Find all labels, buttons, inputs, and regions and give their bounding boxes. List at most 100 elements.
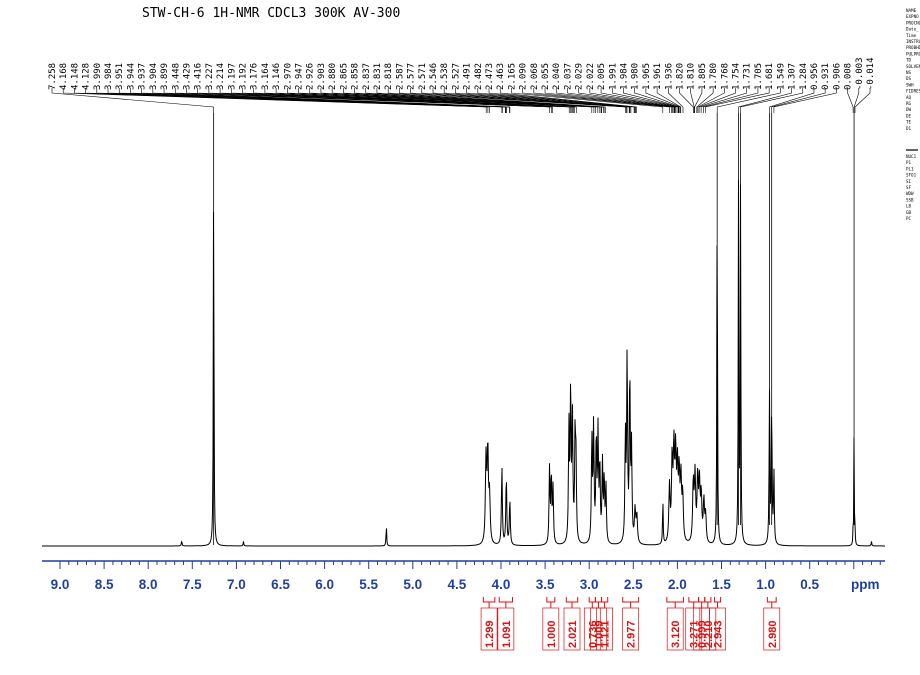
param-label: INSTRUM bbox=[906, 39, 920, 44]
peak-label: 2.880 bbox=[328, 63, 338, 90]
param-label: NS bbox=[906, 70, 912, 75]
param-label: DS bbox=[906, 76, 912, 81]
peak-label: 2.858 bbox=[351, 63, 361, 90]
peak-label: 2.527 bbox=[451, 63, 461, 90]
peak-label: 0.906 bbox=[832, 63, 842, 90]
param-label: PL1 bbox=[906, 166, 914, 171]
peak-label: 1.768 bbox=[720, 63, 730, 90]
integral-bracket bbox=[666, 597, 685, 603]
param-label: D1 bbox=[906, 126, 912, 131]
param-label: SSB bbox=[906, 197, 914, 202]
peak-label: 1.980 bbox=[631, 63, 641, 90]
integral-bracket bbox=[565, 597, 579, 603]
param-label: SWH bbox=[906, 82, 914, 87]
peak-label: 1.780 bbox=[709, 63, 719, 90]
integral-value: 1.091 bbox=[501, 620, 513, 648]
peak-label: 3.146 bbox=[272, 63, 282, 90]
peak-label: 2.903 bbox=[317, 63, 327, 90]
x-axis-tick-label: 2.5 bbox=[624, 577, 643, 592]
peak-label: 3.164 bbox=[261, 63, 271, 90]
param-label: Date_ bbox=[906, 27, 919, 32]
peak-label: 2.577 bbox=[407, 63, 417, 90]
integral-value: 3.120 bbox=[670, 620, 682, 648]
param-label: Time bbox=[906, 33, 917, 38]
integral-bracket bbox=[546, 597, 556, 603]
peak-label: 2.068 bbox=[530, 63, 540, 90]
peak-label: 2.090 bbox=[519, 63, 529, 90]
peak-label: 2.482 bbox=[474, 63, 484, 90]
peak-label: 1.810 bbox=[687, 63, 697, 90]
peak-label: 2.463 bbox=[496, 63, 506, 90]
peak-label: 2.546 bbox=[429, 63, 439, 90]
param-label: SI bbox=[906, 179, 912, 184]
integral-bracket bbox=[594, 597, 603, 603]
peak-label: 3.951 bbox=[115, 63, 125, 90]
peak-label: 2.970 bbox=[283, 63, 293, 90]
param-label: NUC1 bbox=[906, 154, 917, 159]
peak-label: 3.214 bbox=[216, 63, 226, 90]
peak-label: 3.904 bbox=[149, 63, 159, 90]
integral-value: 1.299 bbox=[484, 620, 496, 648]
param-label: FIDRES bbox=[906, 89, 920, 94]
peak-label: 2.538 bbox=[440, 63, 450, 90]
peak-label: 3.984 bbox=[104, 63, 114, 90]
integral-value: 2.021 bbox=[567, 620, 579, 648]
peak-leader-line bbox=[716, 88, 781, 113]
integral-value: 1.000 bbox=[546, 620, 558, 648]
param-label: PC bbox=[906, 216, 912, 221]
x-axis-tick-label: 8.5 bbox=[95, 577, 114, 592]
peak-label-group: 7.258 4.168 4.148 4.128 3.990 3.984 3.951 3.944… bbox=[48, 57, 876, 90]
peak-label: 0.956 bbox=[810, 63, 820, 90]
peak-label: 0.008 bbox=[844, 63, 854, 90]
x-axis-tick-label: 8.0 bbox=[139, 577, 158, 592]
peak-label: -0.014 bbox=[866, 57, 876, 90]
peak-label: 3.944 bbox=[126, 63, 136, 90]
peak-label: 3.416 bbox=[194, 63, 204, 90]
peak-label: 1.705 bbox=[754, 63, 764, 90]
x-axis-tick-label: 7.5 bbox=[183, 577, 202, 592]
peak-label: -0.003 bbox=[855, 57, 865, 90]
x-axis-tick-label: 9.0 bbox=[51, 577, 70, 592]
x-axis-tick-label: 3.5 bbox=[536, 577, 555, 592]
x-axis-tick-label: 7.0 bbox=[227, 577, 246, 592]
peak-label: 1.936 bbox=[664, 63, 674, 90]
param-label: WDW bbox=[906, 191, 914, 196]
peak-label: 2.037 bbox=[563, 63, 573, 90]
integral-bracket bbox=[622, 597, 640, 603]
peak-label: 3.937 bbox=[138, 63, 148, 90]
x-axis-tick-label: 1.0 bbox=[756, 577, 775, 592]
peak-label: 2.005 bbox=[597, 63, 607, 90]
param-label: LB bbox=[906, 204, 912, 209]
spectrum-trace bbox=[42, 179, 885, 547]
param-label: GB bbox=[906, 210, 912, 215]
peak-label: 1.731 bbox=[743, 63, 753, 90]
peak-leader-line bbox=[705, 88, 770, 113]
param-label: DW bbox=[906, 107, 912, 112]
integral-bracket bbox=[766, 597, 777, 603]
nmr-spectrum-chart: STW-CH-6 1H-NMR CDCL3 300K AV-300 7.258 4… bbox=[42, 6, 920, 651]
peak-label: 2.587 bbox=[395, 63, 405, 90]
peak-label: 4.148 bbox=[70, 63, 80, 90]
peak-leader-line bbox=[690, 88, 695, 113]
peak-label: 3.448 bbox=[171, 63, 181, 90]
peak-label: 2.571 bbox=[418, 63, 428, 90]
param-label: PROCNO bbox=[906, 20, 920, 25]
param-label: SFO1 bbox=[906, 173, 917, 178]
peak-label: 4.168 bbox=[59, 63, 69, 90]
integral-bracket bbox=[698, 597, 706, 603]
integral-bracket bbox=[704, 597, 712, 603]
peak-label: 3.197 bbox=[227, 63, 237, 90]
peak-label: 2.837 bbox=[362, 63, 372, 90]
param-label: TE bbox=[906, 120, 912, 125]
peak-label: 3.176 bbox=[250, 63, 260, 90]
peak-label: 1.307 bbox=[788, 63, 798, 90]
param-label: PROBHD bbox=[906, 45, 920, 50]
peak-label: 1.681 bbox=[765, 63, 775, 90]
x-axis-tick-label: 6.0 bbox=[315, 577, 334, 592]
integral-bracket bbox=[688, 597, 700, 603]
peak-label: 2.165 bbox=[507, 63, 517, 90]
integral-bracket bbox=[588, 597, 596, 603]
integral-bracket bbox=[498, 597, 513, 603]
integral-bracket bbox=[601, 597, 609, 603]
peak-label: 2.818 bbox=[384, 63, 394, 90]
